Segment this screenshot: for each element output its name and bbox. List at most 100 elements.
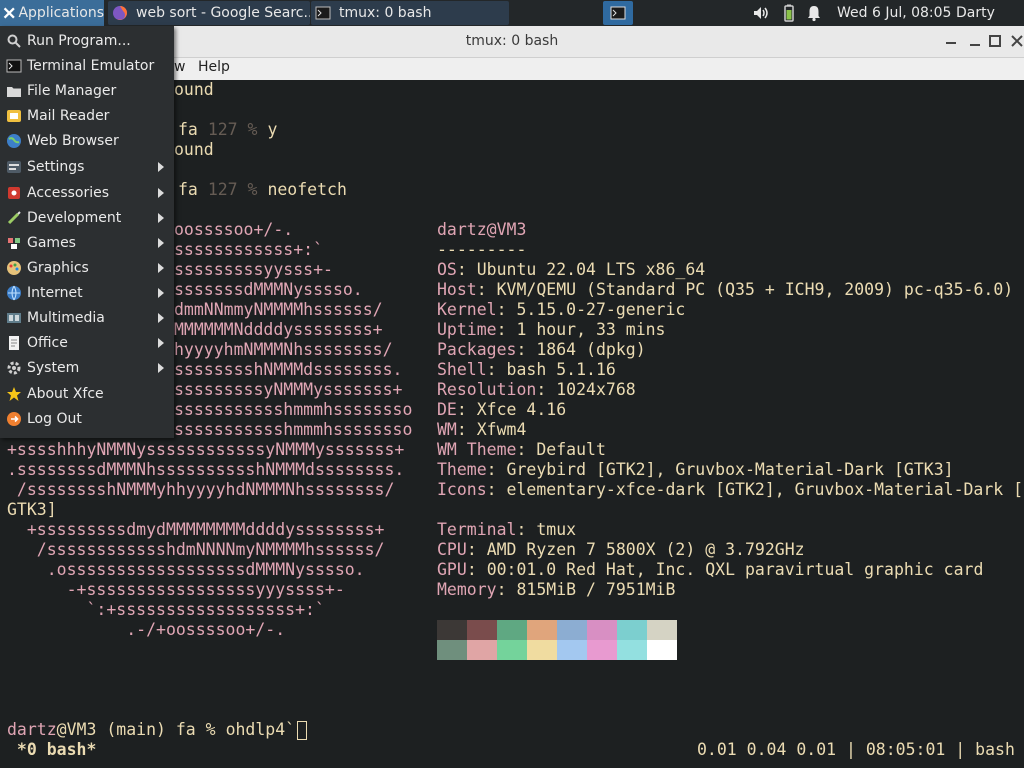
battery-icon[interactable] [780, 4, 798, 22]
submenu-arrow-icon [158, 162, 164, 172]
info-colon: : [516, 340, 537, 359]
menu-item-label: Graphics [27, 259, 89, 276]
menu-view[interactable]: w [174, 59, 185, 75]
info-key: Memory [437, 580, 497, 599]
menu-item-label: Accessories [27, 184, 110, 201]
info-value: Xfce 4.16 [476, 400, 567, 419]
neofetch-logo-line: /sssssssshNMMMyhhyyyyhdNMMMNhssssssss/ [7, 480, 395, 499]
neofetch-logo-line: hyyyyhmNMMMNhssssssss/ [174, 340, 393, 359]
terminal-line: fa 127 % y [178, 120, 277, 140]
submenu-arrow-icon [158, 313, 164, 323]
color-swatch [437, 640, 467, 660]
info-colon: : [516, 440, 537, 459]
volume-icon[interactable] [752, 4, 770, 22]
menu-item-system[interactable]: System [0, 355, 174, 380]
logout-icon [7, 411, 21, 426]
menu-item-label: Games [27, 234, 76, 251]
color-swatch [617, 620, 647, 640]
info-colon: : [466, 560, 487, 579]
submenu-arrow-icon [158, 263, 164, 273]
minimize-icon[interactable] [942, 32, 960, 50]
menu-item-label: File Manager [27, 82, 117, 99]
mail-icon [7, 109, 21, 122]
clock[interactable]: Wed 6 Jul, 08:05 [837, 0, 951, 26]
neofetch-logo-line: ssssssssssshmmmhssssssso [174, 420, 413, 439]
menu-item-games[interactable]: Games [0, 230, 174, 255]
neofetch-logo-line: +sssshhhyNMMNyssssssssssssyNMMMysssssss+ [7, 440, 405, 459]
color-swatch [437, 620, 467, 640]
neofetch-logo-line: .ssssssssdMMMNhsssssssssshNMMMdssssssss. [7, 460, 405, 479]
neofetch-logo-line: -+sssssssssssssssssyyyssss+- [7, 580, 345, 599]
top-panel: Applications web sort - Google Searc... … [0, 0, 1024, 47]
maximize-icon[interactable] [986, 32, 1004, 50]
info-key: Shell [437, 360, 487, 379]
info-colon: : [456, 400, 477, 419]
neofetch-logo-line: oossssoo+/-. [174, 220, 294, 239]
menu-help[interactable]: Help [198, 59, 230, 75]
menu-item-development[interactable]: Development [0, 205, 174, 230]
graphics-icon [7, 260, 21, 275]
info-colon: : [486, 480, 507, 499]
neofetch-logo-line: ssssssssssshmmmhssssssso [174, 400, 413, 419]
info-key: Terminal [437, 520, 517, 539]
info-colon: : [496, 580, 517, 599]
taskbar-item-label: tmux: 0 bash [339, 5, 432, 21]
multimedia-icon [7, 312, 21, 323]
applications-label: Applications [18, 5, 104, 21]
info-value: 1864 (dpkg) [536, 340, 646, 359]
applications-button[interactable]: Applications [0, 0, 104, 26]
taskbar-item-terminal[interactable]: tmux: 0 bash [311, 1, 509, 25]
menu-item-file-manager[interactable]: File Manager [0, 78, 174, 103]
exit-code: 127 [207, 180, 238, 199]
info-row: Resolution: 1024x768 [437, 380, 636, 400]
submenu-arrow-icon [158, 288, 164, 298]
info-value: 1 hour, 33 mins [516, 320, 666, 339]
color-swatch [587, 640, 617, 660]
info-colon: : [536, 380, 557, 399]
prompt-input[interactable]: ohdlp4` [226, 720, 296, 739]
menu-item-mail-reader[interactable]: Mail Reader [0, 103, 174, 128]
info-row: Terminal: tmux [437, 520, 576, 540]
terminal-launcher-button[interactable] [603, 1, 633, 25]
info-row: Packages: 1864 (dpkg) [437, 340, 646, 360]
menu-item-multimedia[interactable]: Multimedia [0, 305, 174, 330]
notification-bell-icon[interactable] [805, 4, 823, 22]
info-row: Uptime: 1 hour, 33 mins [437, 320, 666, 340]
menu-item-about-xfce[interactable]: About Xfce [0, 381, 174, 406]
menu-item-graphics[interactable]: Graphics [0, 255, 174, 280]
menu-item-label: Settings [27, 158, 85, 175]
menu-item-office[interactable]: Office [0, 330, 174, 355]
info-row: CPU: AMD Ryzen 7 5800X (2) @ 3.792GHz [437, 540, 805, 560]
menu-item-label: Run Program... [27, 32, 131, 49]
neofetch-logo-line: dmmNNmmyNMMMMhssssss/ [174, 300, 383, 319]
info-value: Xfwm4 [476, 420, 527, 439]
tmux-window-list[interactable]: *0 bash* [7, 740, 96, 760]
info-colon: : [456, 260, 477, 279]
menu-item-accessories[interactable]: Accessories [0, 180, 174, 205]
menu-item-label: Mail Reader [27, 107, 110, 124]
submenu-arrow-icon [158, 338, 164, 348]
prompt-line: dartz@VM3 (main) fa % ohdlp4` [7, 720, 295, 740]
info-value: Default [536, 440, 606, 459]
info-key: DE [437, 400, 457, 419]
info-row: WM: Xfwm4 [437, 420, 526, 440]
close-icon[interactable] [1008, 32, 1024, 50]
menu-item-log-out[interactable]: Log Out [0, 406, 174, 431]
neofetch-logo-line: .-/+oossssoo+/-. [7, 620, 286, 639]
color-swatch [557, 640, 587, 660]
menu-item-terminal-emulator[interactable]: Terminal Emulator [0, 53, 174, 78]
command-prefix: fa [178, 180, 208, 199]
taskbar-item-label: web sort - Google Searc... [136, 5, 310, 21]
menu-item-internet[interactable]: Internet [0, 280, 174, 305]
settings-icon [7, 160, 21, 173]
menu-item-settings[interactable]: Settings [0, 154, 174, 179]
shade-icon[interactable] [966, 32, 984, 50]
neofetch-logo-line: sssssssssyNMMMysssssss+ [174, 380, 403, 399]
submenu-arrow-icon [158, 363, 164, 373]
menu-item-run-program[interactable]: Run Program... [0, 28, 174, 53]
info-colon: : [496, 300, 517, 319]
info-row: DE: Xfce 4.16 [437, 400, 566, 420]
menu-item-label: About Xfce [27, 385, 104, 402]
menu-item-web-browser[interactable]: Web Browser [0, 128, 174, 153]
taskbar-item-browser[interactable]: web sort - Google Searc... [108, 1, 310, 25]
